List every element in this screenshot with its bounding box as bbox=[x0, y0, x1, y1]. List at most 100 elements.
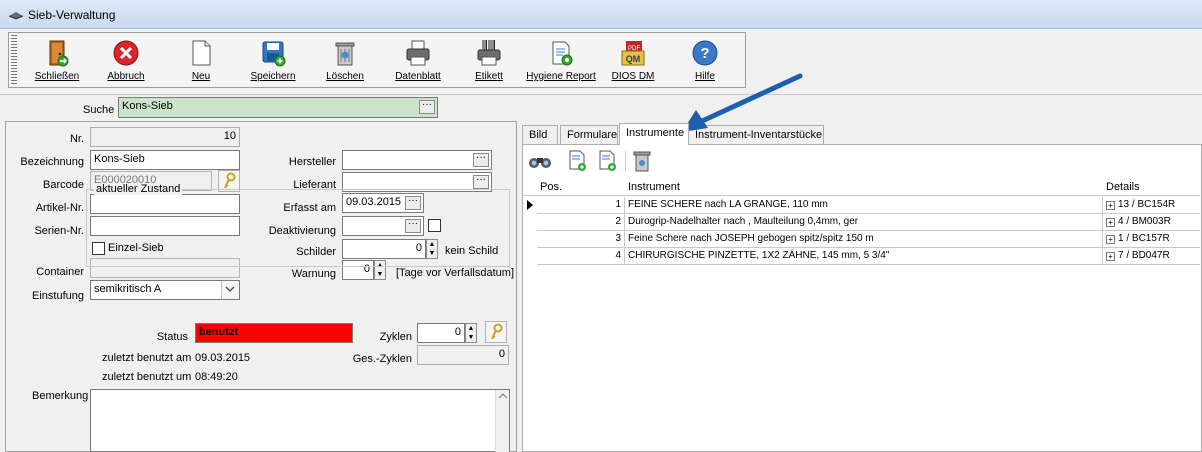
bezeichnung-label: Bezeichnung bbox=[20, 156, 84, 168]
nr-field[interactable]: 10 bbox=[90, 127, 240, 147]
bezeichnung-field[interactable]: Kons-Sieb bbox=[90, 150, 240, 170]
lieferant-browse-button[interactable]: ··· bbox=[473, 175, 489, 189]
expand-plus-icon[interactable]: + bbox=[1106, 201, 1115, 210]
delete-button-label: Löschen bbox=[326, 71, 364, 82]
cell-details[interactable]: +4 / BM003R bbox=[1103, 214, 1200, 231]
scroll-up-icon[interactable] bbox=[496, 390, 510, 402]
spin-down-icon[interactable]: ▼ bbox=[466, 333, 476, 342]
details-text: 13 / BC154R bbox=[1118, 199, 1176, 210]
cell-pos[interactable]: 4 bbox=[537, 248, 625, 265]
toolbar-grip[interactable] bbox=[11, 35, 17, 85]
cell-pos[interactable]: 1 bbox=[537, 197, 625, 214]
datasheet-button-label: Datenblatt bbox=[395, 71, 441, 82]
last-used-time-label: zuletzt benutzt um bbox=[102, 371, 192, 383]
datasheet-button[interactable]: Datenblatt bbox=[387, 36, 449, 86]
spin-down-icon[interactable]: ▼ bbox=[375, 270, 385, 279]
add-document-icon bbox=[569, 150, 586, 171]
tab-instrumente[interactable]: Instrumente bbox=[619, 123, 689, 145]
tabs-panel: Bild Formulare Instrumente Instrument-In… bbox=[520, 121, 1202, 452]
cell-details[interactable]: +1 / BC157R bbox=[1103, 231, 1200, 248]
delete-button[interactable]: Löschen bbox=[317, 36, 373, 86]
search-input[interactable]: Kons-Sieb ··· bbox=[118, 97, 438, 118]
save-icon bbox=[262, 41, 286, 67]
label-button[interactable]: Etikett bbox=[461, 36, 517, 86]
save-button-label: Speichern bbox=[250, 71, 296, 82]
remove-instrument-button[interactable] bbox=[631, 149, 653, 173]
current-state-title: aktueller Zustand bbox=[94, 183, 183, 195]
grid-toolbar bbox=[527, 149, 687, 173]
title-bar: Sieb-Verwaltung bbox=[0, 0, 1202, 29]
table-row[interactable]: 3 Feine Schere nach JOSEPH gebogen spitz/… bbox=[523, 231, 1200, 248]
close-button[interactable]: Schließen bbox=[29, 36, 85, 86]
window-title: Sieb-Verwaltung bbox=[28, 8, 116, 22]
einstufung-select[interactable]: semikritisch A bbox=[90, 280, 240, 300]
cell-pos[interactable]: 3 bbox=[537, 231, 625, 248]
cell-pos[interactable]: 2 bbox=[537, 214, 625, 231]
einstufung-label: Einstufung bbox=[32, 290, 84, 302]
spin-up-icon[interactable]: ▲ bbox=[466, 324, 476, 333]
cancel-button[interactable]: Abbruch bbox=[95, 36, 157, 86]
zyklen-spinner[interactable]: ▲ ▼ bbox=[465, 323, 477, 343]
help-icon: ? bbox=[692, 40, 718, 66]
dios-dm-button[interactable]: PDF QM DIOS DM bbox=[605, 36, 661, 86]
serien-label: Serien-Nr. bbox=[34, 225, 84, 237]
tab-formulare[interactable]: Formulare bbox=[560, 125, 618, 144]
search-browse-button[interactable]: ··· bbox=[419, 100, 435, 114]
tab-bild[interactable]: Bild bbox=[522, 125, 558, 144]
cell-instrument[interactable]: Durogrip-Nadelhalter nach , Maulteilung … bbox=[625, 214, 1103, 231]
cell-details[interactable]: +7 / BD047R bbox=[1103, 248, 1200, 265]
barcode-label: Barcode bbox=[43, 179, 84, 191]
new-button[interactable]: Neu bbox=[173, 36, 229, 86]
pdf-qm-icon: PDFQM bbox=[621, 41, 645, 66]
column-header-instrument[interactable]: Instrument bbox=[625, 179, 1103, 195]
bemerkung-textarea[interactable] bbox=[90, 389, 510, 452]
current-state-group: aktueller Zustand bbox=[86, 183, 510, 267]
hersteller-field[interactable]: ··· bbox=[342, 150, 492, 170]
cell-instrument[interactable]: CHIRURGISCHE PINZETTE, 1X2 ZÄHNE, 145 mm… bbox=[625, 248, 1103, 265]
table-row[interactable]: 1 FEINE SCHERE nach LA GRANGE, 110 mm +13 … bbox=[523, 197, 1200, 214]
add-instrument-button[interactable] bbox=[567, 149, 589, 173]
svg-text:?: ? bbox=[700, 45, 709, 62]
search-button[interactable] bbox=[527, 149, 555, 173]
expand-plus-icon[interactable]: + bbox=[1106, 235, 1115, 244]
add-inventory-button[interactable] bbox=[597, 149, 619, 173]
warnung-suffix: [Tage vor Verfallsdatum] bbox=[396, 267, 515, 279]
bemerkung-label: Bemerkung bbox=[32, 390, 89, 402]
zyklen-label: Zyklen bbox=[379, 331, 412, 343]
new-document-icon bbox=[192, 40, 211, 66]
app-icon bbox=[8, 12, 24, 20]
save-button[interactable]: Speichern bbox=[245, 36, 301, 86]
application-window: Sieb-Verwaltung Schließen Abbruch Neu Sp… bbox=[0, 0, 1202, 452]
expand-plus-icon[interactable]: + bbox=[1106, 252, 1115, 261]
chevron-down-icon bbox=[225, 286, 235, 292]
cell-details[interactable]: +13 / BC154R bbox=[1103, 197, 1200, 214]
trash-icon bbox=[633, 151, 651, 172]
binoculars-icon bbox=[529, 158, 551, 168]
add-document-icon bbox=[599, 150, 616, 171]
hygiene-report-button[interactable]: Hygiene Report bbox=[525, 36, 597, 86]
warnung-label: Warnung bbox=[291, 268, 336, 280]
cancel-button-label: Abbruch bbox=[107, 71, 145, 82]
einstufung-value: semikritisch A bbox=[94, 283, 162, 295]
current-row-indicator-icon bbox=[523, 197, 537, 214]
search-value: Kons-Sieb bbox=[122, 100, 173, 112]
last-used-date-value: 09.03.2015 bbox=[195, 352, 251, 364]
table-row[interactable]: 2 Durogrip-Nadelhalter nach , Maulteilung… bbox=[523, 214, 1200, 231]
status-field[interactable]: benutzt bbox=[195, 323, 353, 343]
ges-zyklen-field[interactable]: 0 bbox=[417, 345, 509, 365]
cell-instrument[interactable]: FEINE SCHERE nach LA GRANGE, 110 mm bbox=[625, 197, 1103, 214]
bemerkung-scrollbar[interactable] bbox=[495, 390, 509, 452]
cell-instrument[interactable]: Feine Schere nach JOSEPH gebogen spitz/s… bbox=[625, 231, 1103, 248]
zyklen-key-button[interactable] bbox=[485, 321, 507, 343]
einstufung-dropdown-button[interactable] bbox=[221, 281, 239, 299]
ges-zyklen-label: Ges.-Zyklen bbox=[352, 353, 412, 365]
column-header-details[interactable]: Details bbox=[1103, 179, 1200, 195]
hersteller-browse-button[interactable]: ··· bbox=[473, 153, 489, 167]
expand-plus-icon[interactable]: + bbox=[1106, 218, 1115, 227]
label-button-label: Etikett bbox=[475, 71, 503, 82]
zyklen-field[interactable]: 0 bbox=[417, 323, 465, 343]
table-row[interactable]: 4 CHIRURGISCHE PINZETTE, 1X2 ZÄHNE, 145 m… bbox=[523, 248, 1200, 265]
column-header-pos[interactable]: Pos. bbox=[537, 179, 625, 195]
last-used-time-value: 08:49:20 bbox=[195, 371, 238, 383]
row-indicator bbox=[523, 214, 537, 231]
